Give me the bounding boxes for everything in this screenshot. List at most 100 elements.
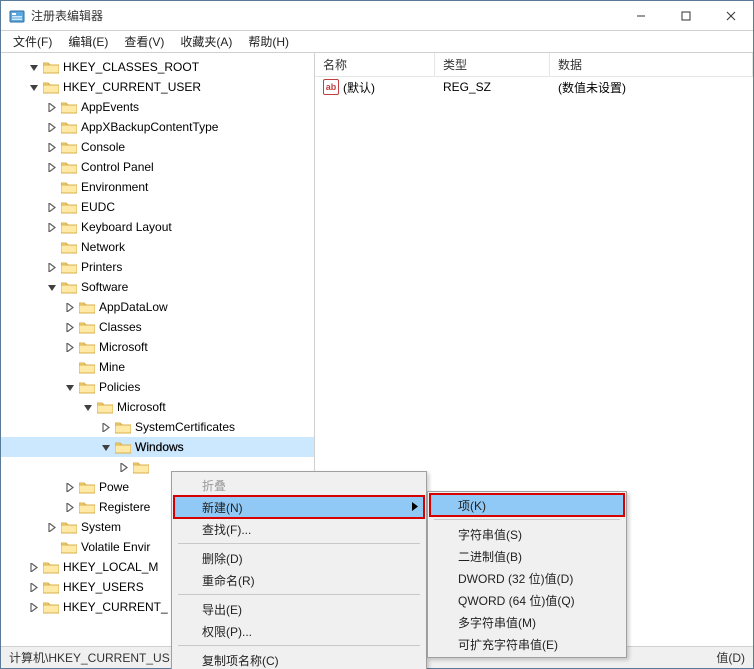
expand-closed-icon[interactable] (63, 340, 77, 354)
expand-closed-icon[interactable] (45, 100, 59, 114)
tree-item-label: Volatile Envir (81, 540, 150, 554)
menu-file[interactable]: 文件(F) (5, 31, 60, 52)
tree-item-label: Powe (99, 480, 129, 494)
ctx-new-dword[interactable]: DWORD (32 位)值(D) (430, 567, 624, 589)
ctx-separator (178, 645, 420, 646)
ctx-new-key[interactable]: 项(K) (430, 494, 624, 516)
folder-icon (61, 120, 77, 134)
tree-item[interactable]: AppDataLow (1, 297, 314, 317)
folder-icon (61, 520, 77, 534)
expand-closed-icon[interactable] (27, 580, 41, 594)
tree-item[interactable]: Control Panel (1, 157, 314, 177)
ctx-delete[interactable]: 删除(D) (174, 547, 424, 569)
tree-item[interactable]: Environment (1, 177, 314, 197)
tree-item-label: Environment (81, 180, 148, 194)
expand-closed-icon[interactable] (27, 560, 41, 574)
expand-closed-icon[interactable] (45, 160, 59, 174)
tree-item[interactable]: Windows (1, 437, 314, 457)
app-icon (9, 8, 25, 24)
tree-item[interactable]: Keyboard Layout (1, 217, 314, 237)
expand-open-icon[interactable] (45, 280, 59, 294)
menu-favorites[interactable]: 收藏夹(A) (172, 31, 240, 52)
tree-item[interactable]: Classes (1, 317, 314, 337)
tree-item[interactable]: Policies (1, 377, 314, 397)
close-button[interactable] (708, 1, 753, 30)
ctx-new-string[interactable]: 字符串值(S) (430, 523, 624, 545)
tree-item-label: Windows (135, 440, 184, 454)
tree-item-label: Classes (99, 320, 142, 334)
expand-open-icon[interactable] (27, 60, 41, 74)
tree-item[interactable]: Network (1, 237, 314, 257)
tree-item[interactable]: Console (1, 137, 314, 157)
folder-icon (61, 160, 77, 174)
folder-icon (43, 60, 59, 74)
ctx-new-expandstring[interactable]: 可扩充字符串值(E) (430, 633, 624, 655)
column-header-data[interactable]: 数据 (550, 53, 753, 76)
expand-closed-icon[interactable] (45, 120, 59, 134)
ctx-rename[interactable]: 重命名(R) (174, 569, 424, 591)
ctx-new-binary[interactable]: 二进制值(B) (430, 545, 624, 567)
tree-item-label: Keyboard Layout (81, 220, 172, 234)
folder-icon (115, 420, 131, 434)
expand-closed-icon[interactable] (63, 480, 77, 494)
expand-closed-icon[interactable] (45, 200, 59, 214)
menu-view[interactable]: 查看(V) (116, 31, 172, 52)
ctx-export[interactable]: 导出(E) (174, 598, 424, 620)
ctx-new-multistring[interactable]: 多字符串值(M) (430, 611, 624, 633)
folder-icon (61, 140, 77, 154)
expand-closed-icon[interactable] (63, 300, 77, 314)
expand-closed-icon[interactable] (99, 420, 113, 434)
tree-item[interactable]: HKEY_CLASSES_ROOT (1, 57, 314, 77)
column-header-type[interactable]: 类型 (435, 53, 550, 76)
ctx-copy-key-name[interactable]: 复制项名称(C) (174, 649, 424, 669)
tree-item[interactable]: Printers (1, 257, 314, 277)
folder-icon (61, 260, 77, 274)
expand-closed-icon[interactable] (63, 500, 77, 514)
ctx-separator (178, 543, 420, 544)
cell-data: (数值未设置) (550, 79, 753, 96)
ctx-separator (434, 519, 620, 520)
ctx-find[interactable]: 查找(F)... (174, 518, 424, 540)
tree-item[interactable]: Microsoft (1, 397, 314, 417)
tree-item[interactable]: SystemCertificates (1, 417, 314, 437)
ctx-permissions[interactable]: 权限(P)... (174, 620, 424, 642)
tree-item[interactable]: Mine (1, 357, 314, 377)
tree-item[interactable]: Software (1, 277, 314, 297)
tree-item[interactable]: AppEvents (1, 97, 314, 117)
expand-closed-icon[interactable] (63, 320, 77, 334)
folder-icon (61, 220, 77, 234)
folder-icon (97, 400, 113, 414)
tree-item[interactable]: Microsoft (1, 337, 314, 357)
expand-closed-icon[interactable] (45, 220, 59, 234)
minimize-button[interactable] (618, 1, 663, 30)
expand-closed-icon[interactable] (117, 460, 131, 474)
menu-help[interactable]: 帮助(H) (240, 31, 297, 52)
expand-closed-icon[interactable] (45, 260, 59, 274)
ctx-new[interactable]: 新建(N) (174, 496, 424, 518)
tree-item-label: AppXBackupContentType (81, 120, 218, 134)
expand-closed-icon[interactable] (45, 140, 59, 154)
list-header: 名称 类型 数据 (315, 53, 753, 77)
tree-item-label: Mine (99, 360, 125, 374)
tree-item[interactable]: AppXBackupContentType (1, 117, 314, 137)
tree-item-label: Control Panel (81, 160, 154, 174)
expand-open-icon[interactable] (63, 380, 77, 394)
list-row[interactable]: ab (默认) REG_SZ (数值未设置) (315, 77, 753, 97)
tree-item-label: HKEY_CURRENT_ (63, 600, 168, 614)
folder-icon (43, 600, 59, 614)
ctx-separator (178, 594, 420, 595)
expand-closed-icon[interactable] (27, 600, 41, 614)
expand-closed-icon[interactable] (45, 520, 59, 534)
expand-open-icon[interactable] (27, 80, 41, 94)
expand-open-icon[interactable] (99, 440, 113, 454)
maximize-button[interactable] (663, 1, 708, 30)
menu-edit[interactable]: 编辑(E) (60, 31, 116, 52)
ctx-new-qword[interactable]: QWORD (64 位)值(Q) (430, 589, 624, 611)
column-header-name[interactable]: 名称 (315, 53, 435, 76)
tree-item-label: HKEY_LOCAL_M (63, 560, 158, 574)
folder-icon (61, 180, 77, 194)
expand-open-icon[interactable] (81, 400, 95, 414)
tree-item[interactable]: HKEY_CURRENT_USER (1, 77, 314, 97)
tree-item[interactable]: EUDC (1, 197, 314, 217)
context-submenu-new: 项(K) 字符串值(S) 二进制值(B) DWORD (32 位)值(D) QW… (427, 491, 627, 658)
